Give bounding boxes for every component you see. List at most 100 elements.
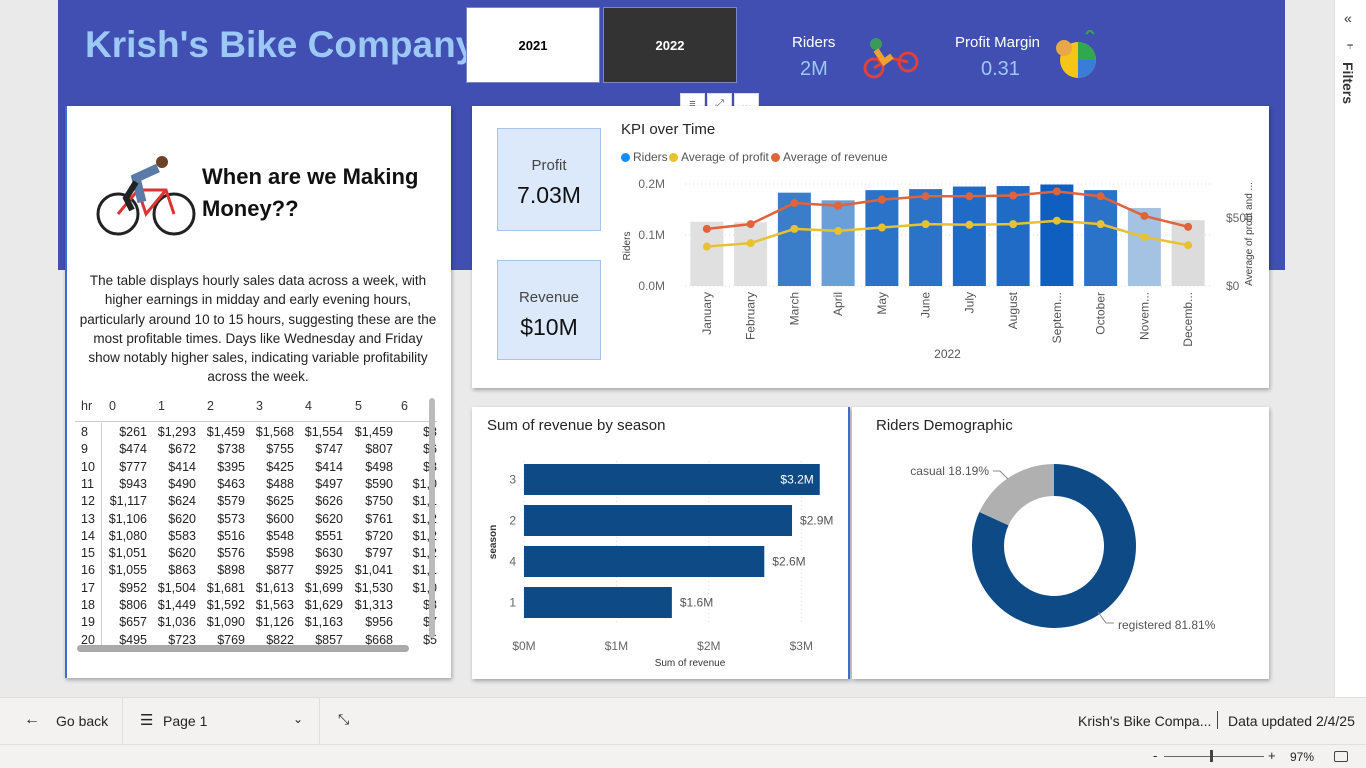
matrix-cell: $806: [119, 598, 147, 612]
matrix-cell: $620: [168, 511, 196, 526]
matrix-cell: $1,090: [206, 615, 245, 630]
chevron-down-icon[interactable]: ⌄: [293, 712, 303, 726]
zoom-slider-thumb[interactable]: [1210, 750, 1213, 762]
zoom-slider-track[interactable]: [1164, 756, 1264, 757]
matrix-cell: $1,568: [255, 425, 294, 439]
matrix-row: 9$474$672$738$755$747$807$6: [75, 442, 437, 459]
matrix-row-label: 8: [81, 425, 88, 439]
donut-slice-casual: [979, 464, 1054, 526]
matrix-column-header[interactable]: 0: [109, 399, 116, 413]
matrix-cell: $797: [365, 546, 393, 561]
matrix-row: 18$806$1,449$1,592$1,563$1,629$1,313$8: [75, 598, 437, 615]
leader-line: [1097, 611, 1114, 624]
collapse-icon[interactable]: ⤡: [338, 711, 349, 728]
hourly-sales-matrix[interactable]: hr 0 1 2 3 4 5 6 8 $261 $1,293 $1,459 $1,568 $1,554 $…: [75, 396, 437, 646]
year-slicer-2021[interactable]: 2021: [466, 7, 600, 83]
matrix-row-header: hr: [81, 399, 93, 413]
matrix-row-label: 16: [81, 563, 95, 578]
matrix-row-label: 17: [81, 580, 95, 595]
matrix-cell: $1,459: [206, 425, 245, 439]
bar-riders: [909, 189, 943, 286]
leader-line: [993, 470, 1009, 480]
matrix-cell: $807: [365, 442, 393, 457]
point-avg-revenue: [1052, 187, 1061, 196]
y-tick-label: 2: [509, 514, 516, 528]
page-selector[interactable]: Page 1: [163, 713, 207, 729]
y-tick-label: 4: [509, 555, 516, 569]
point-avg-revenue: [1140, 211, 1149, 220]
point-avg-profit: [702, 242, 711, 251]
point-avg-profit: [1009, 220, 1018, 229]
matrix-horizontal-scrollbar[interactable]: [77, 645, 409, 652]
zoom-in-button[interactable]: +: [1268, 748, 1276, 763]
year-slicer-2022[interactable]: 2022: [603, 7, 737, 83]
matrix-cell: $1,681: [206, 580, 245, 595]
filters-label[interactable]: Filters: [1340, 62, 1356, 104]
bar-riders: [865, 190, 899, 286]
matrix-cell: $769: [217, 632, 245, 646]
matrix-column-header[interactable]: 6: [401, 399, 408, 413]
y-axis-label: season: [488, 525, 499, 559]
matrix-cell: $1,293: [157, 425, 196, 439]
fit-to-page-icon[interactable]: [1334, 751, 1348, 762]
matrix-cell: $1,163: [304, 615, 343, 630]
matrix-cell: $898: [217, 563, 245, 578]
matrix-cell: $630: [315, 546, 343, 561]
data-label: $1.6M: [680, 596, 713, 610]
matrix-cell: $598: [266, 546, 294, 561]
matrix-column-header[interactable]: 1: [158, 399, 165, 413]
matrix-cell: $583: [168, 528, 196, 543]
kpi-combo-chart[interactable]: 0.0M0.1M0.2M$0$500Riders Average of profi…: [610, 170, 1265, 370]
riders-value: 2M: [800, 58, 828, 80]
demographic-donut-chart[interactable]: registered 81.81% casual 18.19%: [860, 445, 1260, 673]
matrix-cell: $516: [217, 528, 245, 543]
legend-item-avg-profit[interactable]: Average of profit: [669, 150, 769, 164]
filters-pane[interactable]: [1334, 0, 1366, 697]
matrix-cell: $1,041: [354, 563, 393, 578]
x-tick-label: February: [744, 292, 758, 340]
status-bar: [0, 744, 1366, 768]
demographic-chart-title: Riders Demographic: [876, 417, 1013, 434]
point-avg-profit: [1052, 216, 1061, 225]
matrix-cell: $1,592: [206, 598, 245, 612]
matrix-cell: $600: [266, 511, 294, 526]
data-label: registered 81.81%: [1118, 618, 1216, 632]
matrix-cell: $261: [119, 425, 147, 439]
matrix-column-header[interactable]: 2: [207, 399, 214, 413]
matrix-cell: $474: [119, 442, 147, 457]
profit-margin-value: 0.31: [981, 58, 1020, 80]
data-label: $2.6M: [772, 555, 805, 569]
matrix-column-header[interactable]: 4: [305, 399, 312, 413]
back-arrow-icon[interactable]: ←: [24, 711, 40, 729]
point-avg-profit: [1096, 220, 1105, 229]
matrix-header: hr 0 1 2 3 4 5 6: [75, 396, 437, 422]
matrix-cell: $548: [266, 528, 294, 543]
x-tick-label: August: [1006, 291, 1020, 329]
point-avg-profit: [877, 223, 886, 232]
zoom-out-button[interactable]: -: [1153, 748, 1157, 763]
matrix-cell: $579: [217, 494, 245, 509]
matrix-cell: $720: [365, 528, 393, 543]
data-label: $3.2M: [780, 473, 813, 487]
x-tick-label: March: [787, 292, 801, 325]
matrix-cell: $620: [168, 546, 196, 561]
legend-item-riders[interactable]: Riders: [621, 150, 668, 164]
go-back-button[interactable]: Go back: [56, 713, 108, 729]
legend-item-avg-revenue[interactable]: Average of revenue: [771, 150, 888, 164]
x-tick-label: June: [919, 292, 933, 318]
point-avg-revenue: [790, 199, 799, 208]
season-bar-chart[interactable]: $0M $1M $2M $3M 3 $3.2M 2 $2.9M 4 $2.6M 1 $1.6M seas…: [480, 445, 840, 673]
matrix-column-header[interactable]: 5: [355, 399, 362, 413]
matrix-cell: $925: [315, 563, 343, 578]
matrix-vertical-scrollbar[interactable]: [429, 398, 435, 638]
x-tick-label: Decemb...: [1181, 292, 1195, 347]
matrix-cell: $755: [266, 442, 294, 457]
bar-riders: [952, 186, 986, 286]
point-avg-revenue: [1184, 222, 1193, 231]
matrix-cell: $1,036: [157, 615, 196, 630]
matrix-cell: $395: [217, 459, 245, 474]
season-bar: [524, 505, 793, 536]
collapse-filters-icon[interactable]: «: [1344, 10, 1352, 26]
matrix-column-header[interactable]: 3: [256, 399, 263, 413]
profit-card-value: 7.03M: [517, 182, 581, 208]
